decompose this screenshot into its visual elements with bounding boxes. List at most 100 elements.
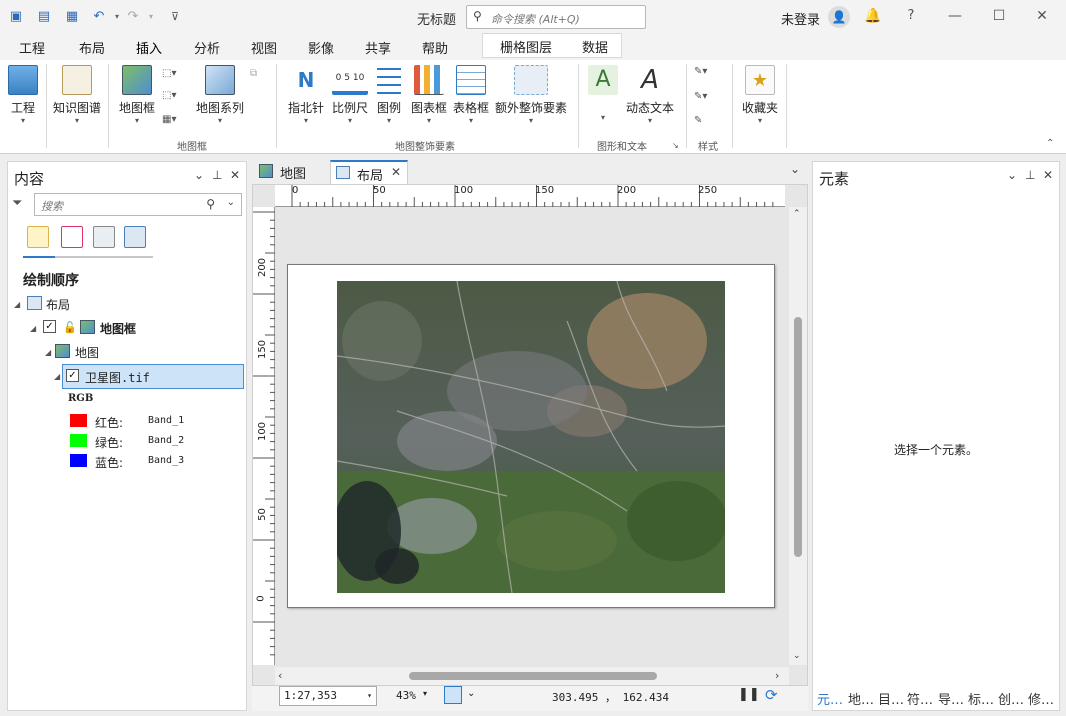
- project-button[interactable]: 工程 ▾: [6, 65, 40, 126]
- tab-raster-layer[interactable]: 栅格图层: [500, 37, 552, 56]
- tree-map-frame[interactable]: 地图框: [100, 320, 136, 337]
- bottom-tab[interactable]: 元…: [817, 689, 843, 708]
- bottom-tab[interactable]: 地…: [848, 689, 874, 708]
- knowledge-graph-button[interactable]: 知识图谱 ▾: [52, 65, 102, 126]
- pause-drawing-icon[interactable]: ❚❚: [738, 687, 760, 702]
- bottom-tab[interactable]: 创…: [998, 689, 1024, 708]
- contents-search-input[interactable]: 搜索 ⚲ ⌄: [34, 193, 242, 216]
- close-pane-icon[interactable]: ✕: [230, 168, 240, 182]
- style-2-icon[interactable]: ✎▾: [694, 89, 724, 105]
- minimize-button[interactable]: —: [945, 8, 965, 24]
- collapse-ribbon-icon[interactable]: ⌃: [1046, 136, 1064, 152]
- map-frame-button[interactable]: 地图框 ▾: [116, 65, 158, 126]
- dialog-launcher-icon[interactable]: ↘: [672, 138, 690, 154]
- style-3-icon[interactable]: ✎: [694, 113, 724, 129]
- tab-help[interactable]: 帮助: [422, 38, 448, 57]
- tab-analysis[interactable]: 分析: [194, 38, 220, 57]
- table-frame-button[interactable]: 表格框 ▾: [452, 65, 490, 126]
- zoom-level[interactable]: 43%: [396, 689, 416, 702]
- favorites-button[interactable]: ★ 收藏夹 ▾: [740, 65, 780, 126]
- reshape-frame-icon[interactable]: ⬚▾: [162, 88, 180, 104]
- snapping-grid-icon[interactable]: [444, 686, 462, 704]
- new-project-icon[interactable]: ▣: [7, 8, 25, 26]
- list-by-source-icon[interactable]: [61, 226, 83, 248]
- vertical-scroll-thumb[interactable]: [794, 317, 802, 557]
- tree-layer-satellite[interactable]: 卫星图.tif: [85, 369, 150, 386]
- dynamic-text-button[interactable]: A 动态文本 ▾: [624, 65, 676, 126]
- pin-icon[interactable]: ⊥: [1025, 168, 1035, 182]
- save-project-icon[interactable]: ▦: [63, 8, 81, 26]
- layout-page[interactable]: [287, 264, 775, 608]
- horizontal-scrollbar[interactable]: ‹ ›: [275, 667, 789, 685]
- pane-options-icon[interactable]: ⌄: [1007, 168, 1017, 182]
- redo-icon[interactable]: ↷: [124, 8, 142, 26]
- north-arrow-button[interactable]: N 指北针 ▾: [287, 65, 325, 126]
- chevron-down-icon[interactable]: ▾: [367, 687, 372, 705]
- expand-map-frame-icon[interactable]: ◢: [30, 324, 36, 333]
- chevron-down-icon[interactable]: ⌄: [467, 688, 475, 699]
- expand-layout-icon[interactable]: ◢: [14, 300, 20, 309]
- bottom-tab[interactable]: 修…: [1028, 689, 1054, 708]
- pin-icon[interactable]: ⊥: [212, 168, 222, 182]
- reference-grid-icon[interactable]: ⧉: [250, 66, 268, 82]
- extra-surround-button[interactable]: 额外整饰要素 ▾: [494, 65, 568, 126]
- bottom-tab[interactable]: 符…: [907, 689, 933, 708]
- zoom-dropdown-icon[interactable]: ▾: [423, 689, 427, 698]
- style-1-icon[interactable]: ✎▾: [694, 64, 724, 80]
- bottom-tab[interactable]: 目…: [878, 689, 904, 708]
- scroll-up-icon[interactable]: ⌃: [793, 209, 801, 219]
- scale-selector[interactable]: 1:27,353 ▾: [279, 686, 377, 706]
- grid-frame-icon[interactable]: ▦▾: [162, 112, 180, 128]
- tab-layout-view[interactable]: 布局 ✕: [330, 160, 409, 184]
- scroll-left-icon[interactable]: ‹: [278, 669, 282, 682]
- filter-icon[interactable]: ⏷: [12, 196, 22, 211]
- pane-options-icon[interactable]: ⌄: [194, 168, 204, 182]
- tab-insert[interactable]: 插入: [133, 38, 165, 63]
- undo-icon[interactable]: ↶: [90, 8, 108, 26]
- tab-layout[interactable]: 布局: [79, 38, 105, 57]
- map-series-button[interactable]: 地图系列 ▾: [194, 65, 246, 126]
- close-window-button[interactable]: ✕: [1032, 8, 1052, 24]
- maximize-button[interactable]: ☐: [989, 8, 1009, 24]
- notifications-bell-icon[interactable]: 🔔: [863, 8, 883, 24]
- tree-map[interactable]: 地图: [75, 344, 99, 361]
- tree-layout[interactable]: 布局: [46, 296, 70, 313]
- tab-list-dropdown-icon[interactable]: ⌄: [790, 162, 800, 176]
- bottom-tab[interactable]: 导…: [938, 689, 964, 708]
- tab-map-view[interactable]: 地图: [254, 160, 312, 184]
- legend-button[interactable]: 图例 ▾: [373, 65, 405, 126]
- refresh-icon[interactable]: ⟳: [765, 686, 778, 704]
- close-tab-icon[interactable]: ✕: [391, 165, 401, 179]
- tab-view[interactable]: 视图: [251, 38, 277, 57]
- login-status[interactable]: 未登录: [781, 9, 820, 28]
- horizontal-scroll-thumb[interactable]: [409, 672, 657, 680]
- user-avatar-icon[interactable]: 👤: [828, 6, 850, 28]
- customize-toolbar-icon[interactable]: ⊽: [166, 8, 184, 26]
- command-search-input[interactable]: ⚲ 命令搜索 (Alt+Q): [466, 5, 646, 29]
- map-frame-checkbox[interactable]: ✓: [43, 320, 56, 333]
- close-pane-icon[interactable]: ✕: [1043, 168, 1053, 182]
- list-by-drawing-order-icon[interactable]: [27, 226, 49, 248]
- vertical-scrollbar[interactable]: ⌃ ⌄: [789, 207, 807, 665]
- list-by-selection-icon[interactable]: [93, 226, 115, 248]
- expand-map-icon[interactable]: ◢: [45, 348, 51, 357]
- chart-frame-button[interactable]: 图表框 ▾: [409, 65, 449, 126]
- list-by-editing-icon[interactable]: [124, 226, 146, 248]
- scroll-right-icon[interactable]: ›: [775, 669, 779, 682]
- help-icon[interactable]: ?: [901, 8, 921, 23]
- text-button[interactable]: A ▾: [588, 65, 618, 123]
- open-project-icon[interactable]: ▤: [35, 8, 53, 26]
- lock-icon[interactable]: 🔓: [63, 321, 77, 334]
- expand-layer-icon[interactable]: ◢: [54, 372, 60, 381]
- bottom-tab[interactable]: 标…: [968, 689, 994, 708]
- map-frame-shape-icon[interactable]: ⬚▾: [162, 66, 180, 82]
- chevron-down-icon[interactable]: ⌄: [227, 197, 235, 208]
- tab-project[interactable]: 工程: [19, 38, 45, 57]
- layout-view[interactable]: 0 50 100 150 200 250 200 150 100 50 0 ⌃ …: [252, 184, 808, 686]
- redo-dropdown-icon[interactable]: ▾: [142, 8, 160, 26]
- tab-data[interactable]: 数据: [582, 37, 608, 56]
- satellite-map-frame[interactable]: [337, 281, 725, 593]
- tab-share[interactable]: 共享: [365, 38, 391, 57]
- layer-visibility-checkbox[interactable]: ✓: [66, 369, 79, 382]
- scale-bar-button[interactable]: 0 5 10 比例尺 ▾: [330, 65, 370, 126]
